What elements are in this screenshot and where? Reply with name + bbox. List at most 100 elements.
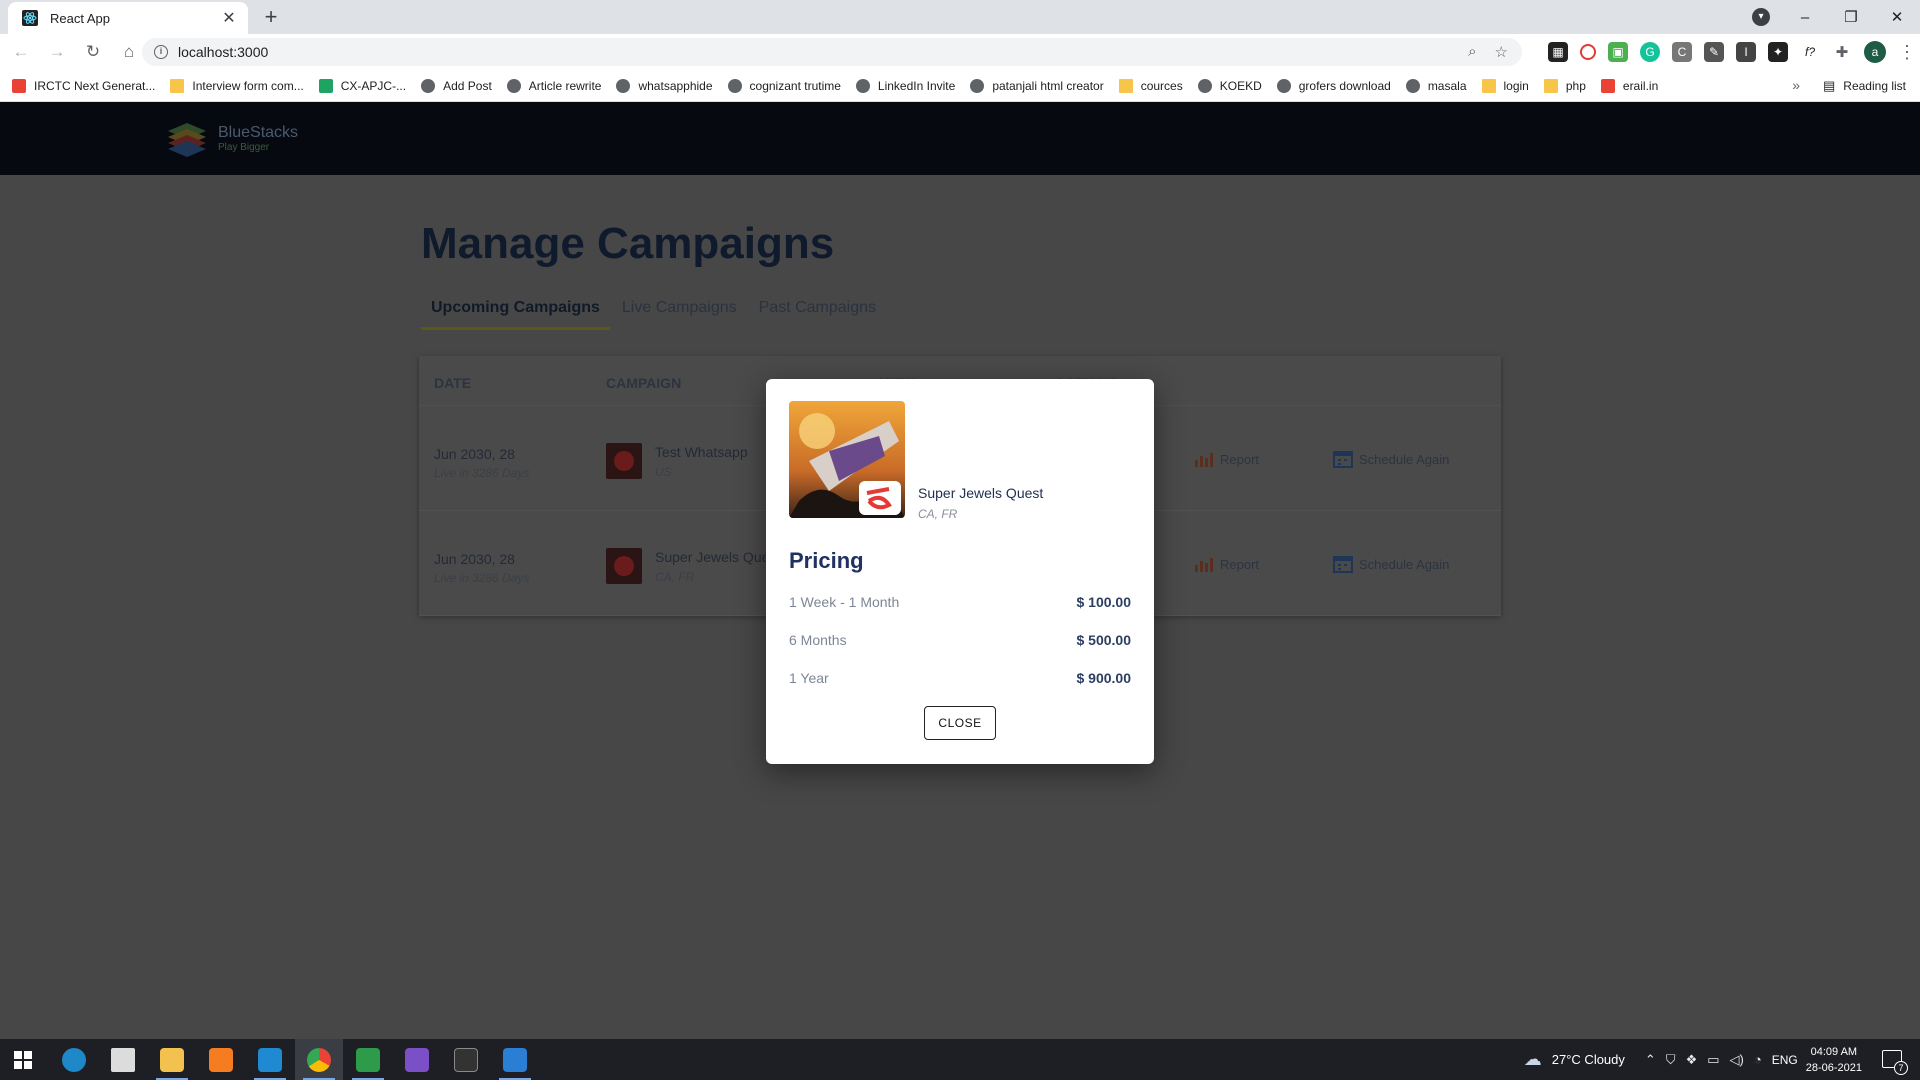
extension-icon[interactable]: ✦ [1768,42,1788,62]
taskbar-photos-icon[interactable] [491,1039,539,1080]
globe-icon [616,78,631,93]
grammarly-icon[interactable]: G [1640,42,1660,62]
globe-icon [421,78,436,93]
bookmark-item[interactable]: CX-APJC-... [318,78,406,93]
extensions-area: ▦ ▣ G C ✎ I ✦ f? ✚ a ⋮ [1548,41,1916,63]
close-window-button[interactable]: ✕ [1874,8,1920,26]
bookmark-item[interactable]: masala [1405,78,1467,93]
taskbar-notion-icon[interactable] [442,1039,490,1080]
taskbar-store-icon[interactable] [99,1039,147,1080]
game-name: Super Jewels Quest [918,485,1044,501]
tab-search-icon[interactable]: ▾ [1752,8,1770,26]
extension-icon[interactable]: I [1736,42,1756,62]
price-row: 1 Week - 1 Month $ 100.00 [789,594,1131,610]
pricing-title: Pricing [789,548,864,573]
notification-count: 7 [1894,1061,1908,1075]
bookmark-item[interactable]: Add Post [421,78,492,93]
header-date: DATE [434,375,472,391]
address-bar[interactable]: i localhost:3000 ⌕ ☆ [142,38,1522,66]
home-icon[interactable]: ⌂ [114,42,144,62]
taskbar-file-explorer-icon[interactable] [148,1039,196,1080]
minimize-button[interactable]: – [1782,9,1828,26]
volume-icon[interactable]: ◁) [1730,1052,1744,1068]
browser-tabstrip: React App ✕ + ▾ – ❐ ✕ [0,0,1920,34]
bookmark-star-icon[interactable]: ☆ [1495,43,1508,61]
windows-taskbar: ☁ 27°C Cloudy ⌃ ⛉ ❖ ▭ ◁) ◔ ENG 04:09 AM … [0,1039,1920,1080]
window-controls: – ❐ ✕ [1782,0,1920,34]
system-tray: ☁ 27°C Cloudy ⌃ ⛉ ❖ ▭ ◁) ◔ ENG 04:09 AM … [1524,1039,1862,1080]
bookmark-item[interactable]: cognizant trutime [727,78,841,93]
eyedropper-icon[interactable]: ✎ [1704,42,1724,62]
bookmark-item[interactable]: Article rewrite [506,78,601,93]
taskbar-sheets-icon[interactable] [344,1039,392,1080]
bookmark-item[interactable]: patanjali html creator [970,78,1104,93]
close-button[interactable]: CLOSE [924,706,996,740]
price-row: 1 Year $ 900.00 [789,670,1131,686]
taskbar-edge-icon[interactable] [50,1039,98,1080]
forward-icon[interactable]: → [42,42,72,62]
restore-button[interactable]: ❐ [1828,8,1874,26]
extension-icon[interactable]: f? [1800,42,1820,62]
tab-upcoming-campaigns[interactable]: Upcoming Campaigns [421,299,610,330]
taskbar-chrome-icon[interactable] [295,1039,343,1080]
network-icon[interactable]: ❖ [1686,1052,1698,1068]
reload-icon[interactable]: ↻ [78,42,108,62]
bookmark-item[interactable]: php [1543,78,1586,93]
site-info-icon[interactable]: i [154,45,168,59]
bluestacks-logo[interactable]: BlueStacks Play Bigger [164,117,298,159]
campaign-cell: Super Jewels Quest CA, FR [655,549,781,584]
shield-icon[interactable]: ⛉ [1666,1052,1676,1068]
bookmark-item[interactable]: whatsapphide [616,78,713,93]
tab-title: React App [50,10,110,26]
extension-icon[interactable]: ▣ [1608,42,1628,62]
campaign-cell: Test Whatsapp US [655,444,748,479]
back-icon[interactable]: ← [6,42,36,62]
extension-icon[interactable] [1580,44,1596,60]
url-text[interactable]: localhost:3000 [178,44,1468,60]
bookmark-item[interactable]: login [1481,78,1529,93]
more-bookmarks-icon[interactable]: » [1792,77,1800,93]
reading-list-button[interactable]: ▤ Reading list [1823,78,1906,94]
campaign-thumbnail [606,443,642,479]
schedule-again-button[interactable]: Schedule Again [1333,555,1449,573]
chevron-up-icon[interactable]: ⌃ [1645,1052,1656,1068]
browser-tab[interactable]: React App ✕ [8,2,248,34]
wifi-icon[interactable]: ◔ [1754,1052,1762,1067]
windows-start-icon[interactable] [14,1051,32,1069]
report-chart-icon [1195,558,1213,572]
bookmark-item[interactable]: cources [1118,78,1183,93]
logo-tagline: Play Bigger [218,141,270,153]
globe-icon [855,78,870,93]
tab-live-campaigns[interactable]: Live Campaigns [612,299,747,330]
bookmark-item[interactable]: Interview form com... [170,78,304,93]
profile-avatar[interactable]: a [1864,41,1886,63]
taskbar-vscode-icon[interactable] [246,1039,294,1080]
extension-icon[interactable]: ▦ [1548,42,1568,62]
taskbar-xampp-icon[interactable] [197,1039,245,1080]
tab-past-campaigns[interactable]: Past Campaigns [749,299,886,330]
extension-icon[interactable]: C [1672,42,1692,62]
folder-icon [1118,78,1133,93]
bookmark-item[interactable]: IRCTC Next Generat... [12,78,155,93]
language-indicator[interactable]: ENG [1772,1053,1798,1067]
schedule-again-button[interactable]: Schedule Again [1333,450,1449,468]
tab-close-icon[interactable]: ✕ [220,8,238,28]
weather-text[interactable]: 27°C Cloudy [1552,1052,1625,1067]
bookmark-item[interactable]: KOEKD [1197,78,1262,93]
menu-icon[interactable]: ⋮ [1898,42,1916,63]
zoom-icon[interactable]: ⌕ [1468,43,1476,61]
date-cell: Jun 2030, 28 Live in 3286 Days [434,551,530,585]
globe-icon [1405,78,1420,93]
bookmark-item[interactable]: erail.in [1600,78,1658,93]
clock[interactable]: 04:09 AM 28-06-2021 [1806,1044,1862,1076]
report-button[interactable]: Report [1194,450,1259,468]
new-tab-button[interactable]: + [258,4,284,30]
report-button[interactable]: Report [1194,555,1259,573]
battery-icon[interactable]: ▭ [1707,1052,1719,1068]
bookmark-item[interactable]: grofers download [1276,78,1391,93]
bookmark-item[interactable]: LinkedIn Invite [855,78,955,93]
campaign-thumbnail [606,548,642,584]
taskbar-visual-studio-icon[interactable] [393,1039,441,1080]
extensions-puzzle-icon[interactable]: ✚ [1832,42,1852,62]
globe-icon [727,78,742,93]
